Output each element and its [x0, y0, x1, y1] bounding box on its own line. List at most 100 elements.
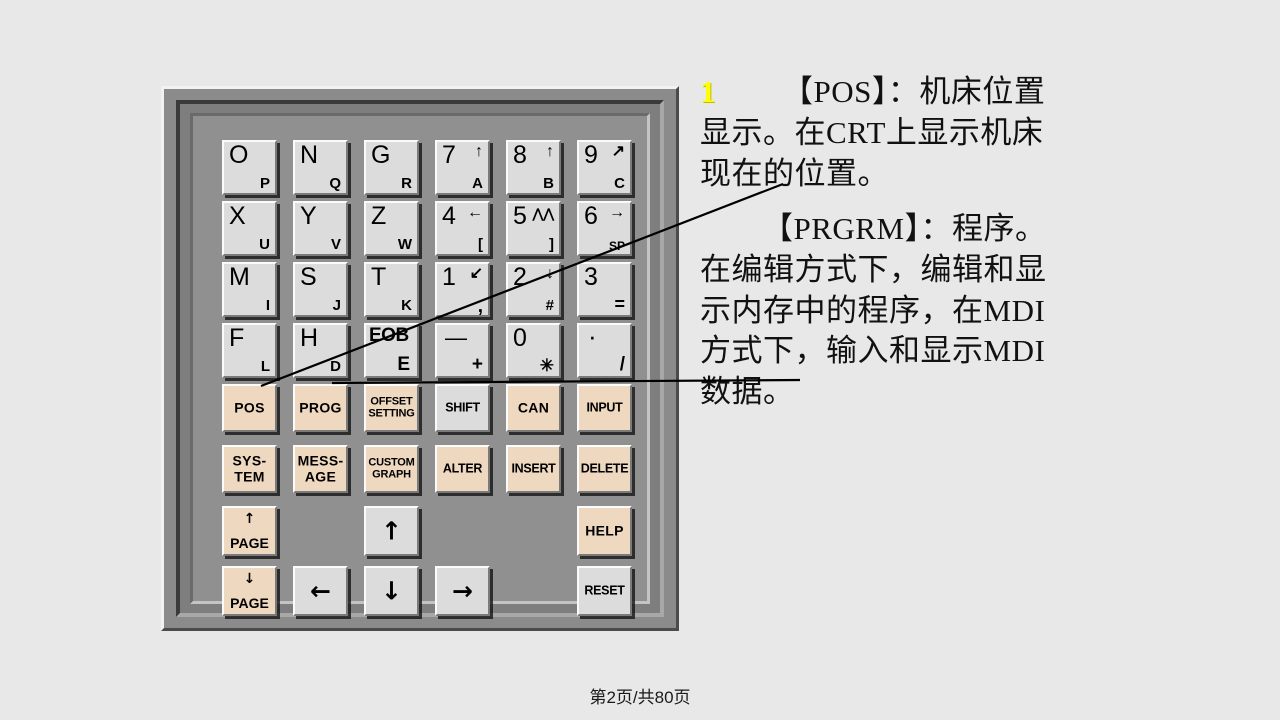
- right-arrow-icon: →: [609, 204, 625, 221]
- key-label-main: 5: [513, 202, 527, 230]
- key-label-sub: B: [543, 175, 554, 192]
- cnc-mdi-panel: O P N Q G R 7 ↑ A 8 ↑ B 9 ↗ C X U Y V Z …: [161, 86, 679, 631]
- key-label-main: EOB: [369, 325, 409, 346]
- key-reset[interactable]: RESET: [577, 566, 632, 616]
- bullet-number: 1: [700, 74, 716, 109]
- key-Z[interactable]: Z W: [364, 201, 419, 256]
- key-6-SP[interactable]: 6 → SP: [577, 201, 632, 256]
- key-label-main: 4: [442, 202, 456, 230]
- key-label-sub: [: [478, 236, 483, 253]
- key-help[interactable]: HELP: [577, 506, 632, 556]
- key-cursor-right[interactable]: →: [435, 566, 490, 616]
- slide: O P N Q G R 7 ↑ A 8 ↑ B 9 ↗ C X U Y V Z …: [0, 0, 1280, 720]
- key-O[interactable]: O P: [222, 140, 277, 195]
- key-2-hash[interactable]: 2 ↓ #: [506, 262, 561, 317]
- key-1-comma[interactable]: 1 ↙ ,: [435, 262, 490, 317]
- key-5-bracket[interactable]: 5 ⋀⋀ ]: [506, 201, 561, 256]
- key-label: POS: [234, 399, 265, 416]
- key-T[interactable]: T K: [364, 262, 419, 317]
- key-EOB[interactable]: EOB E: [364, 323, 419, 378]
- key-label-main: M: [229, 263, 250, 291]
- key-label-sub: SP: [608, 239, 625, 253]
- key-label: PAGE: [230, 535, 269, 551]
- key-label: SHIFT: [445, 400, 480, 415]
- key-4-bracket[interactable]: 4 ← [: [435, 201, 490, 256]
- key-label-sub: A: [472, 175, 483, 192]
- down-left-arrow-icon: ↙: [469, 265, 483, 282]
- key-0-asterisk[interactable]: 0 ✳: [506, 323, 561, 378]
- key-label-sub: #: [545, 297, 554, 314]
- key-label-main: H: [300, 324, 319, 352]
- key-label-sub: ,: [477, 296, 483, 317]
- key-label-sub: =: [614, 294, 625, 314]
- key-page-down[interactable]: ↓ PAGE: [222, 566, 277, 616]
- key-can[interactable]: CAN: [506, 384, 561, 432]
- key-label: ALTER: [442, 461, 483, 476]
- key-custom-graph[interactable]: CUSTOM GRAPH: [364, 445, 419, 493]
- key-label: INSERT: [511, 461, 556, 476]
- key-message[interactable]: MESS- AGE: [293, 445, 348, 493]
- key-minus-plus[interactable]: — +: [435, 323, 490, 378]
- key-page-up[interactable]: ↑ PAGE: [222, 506, 277, 556]
- key-9-C[interactable]: 9 ↗ C: [577, 140, 632, 195]
- key-cursor-up[interactable]: ↑: [364, 506, 419, 556]
- key-alter[interactable]: ALTER: [435, 445, 490, 493]
- key-label: HELP: [585, 522, 624, 539]
- explanation-text-block: 1 【POS】：机床位置显示。在CRT上显示机床现在的位置。 【PRGRM】：程序…: [700, 72, 1072, 413]
- down-arrow-icon: ↓: [546, 265, 554, 282]
- left-arrow-icon: ←: [310, 576, 331, 606]
- key-label-sub: I: [265, 297, 270, 314]
- key-label-main: F: [229, 324, 245, 352]
- key-label-sub: +: [471, 354, 483, 375]
- key-label-sub: P: [259, 175, 270, 192]
- key-label: CAN: [517, 399, 550, 416]
- key-label-main: 0: [513, 324, 527, 352]
- key-8-B[interactable]: 8 ↑ B: [506, 140, 561, 195]
- key-label-sub: /: [619, 354, 625, 375]
- key-label-main: Y: [300, 202, 317, 230]
- key-label: INPUT: [586, 400, 623, 415]
- key-label-sub: W: [397, 236, 412, 253]
- key-label: CUSTOM GRAPH: [368, 456, 415, 481]
- key-input[interactable]: INPUT: [577, 384, 632, 432]
- key-offset-setting[interactable]: OFFSET SETTING: [364, 384, 419, 432]
- key-M[interactable]: M I: [222, 262, 277, 317]
- key-G[interactable]: G R: [364, 140, 419, 195]
- key-label-sub: V: [330, 236, 341, 253]
- key-label-main: T: [371, 263, 387, 291]
- key-label-sub: D: [330, 358, 341, 375]
- key-prog[interactable]: PROG: [293, 384, 348, 432]
- key-Y[interactable]: Y V: [293, 201, 348, 256]
- key-insert[interactable]: INSERT: [506, 445, 561, 493]
- key-label-main: ·: [588, 323, 597, 351]
- key-label-main: S: [300, 263, 317, 291]
- key-S[interactable]: S J: [293, 262, 348, 317]
- key-label-main: 8: [513, 141, 527, 169]
- key-label-sub: U: [259, 236, 270, 253]
- key-label: DELETE: [580, 461, 629, 476]
- key-N[interactable]: N Q: [293, 140, 348, 195]
- key-F[interactable]: F L: [222, 323, 277, 378]
- keypad: O P N Q G R 7 ↑ A 8 ↑ B 9 ↗ C X U Y V Z …: [193, 116, 647, 616]
- key-X[interactable]: X U: [222, 201, 277, 256]
- key-pos[interactable]: POS: [222, 384, 277, 432]
- key-label-sub: E: [397, 354, 410, 375]
- key-delete[interactable]: DELETE: [577, 445, 632, 493]
- key-label-main: G: [371, 141, 391, 169]
- right-arrow-icon: →: [452, 576, 473, 606]
- key-system[interactable]: SYS- TEM: [222, 445, 277, 493]
- panel-bezel-outer: O P N Q G R 7 ↑ A 8 ↑ B 9 ↗ C X U Y V Z …: [176, 100, 664, 617]
- key-3-equals[interactable]: 3 =: [577, 262, 632, 317]
- key-label: OFFSET SETTING: [368, 395, 415, 420]
- key-cursor-left[interactable]: ←: [293, 566, 348, 616]
- key-label-main: X: [229, 202, 246, 230]
- up-right-arrow-icon: ↗: [611, 143, 625, 160]
- key-period-slash[interactable]: · /: [577, 323, 632, 378]
- key-label-main: 1: [442, 263, 456, 291]
- key-7-A[interactable]: 7 ↑ A: [435, 140, 490, 195]
- key-cursor-down[interactable]: ↓: [364, 566, 419, 616]
- key-shift[interactable]: SHIFT: [435, 384, 490, 432]
- key-label: PAGE: [230, 595, 269, 611]
- key-H[interactable]: H D: [293, 323, 348, 378]
- key-label-main: N: [300, 141, 319, 169]
